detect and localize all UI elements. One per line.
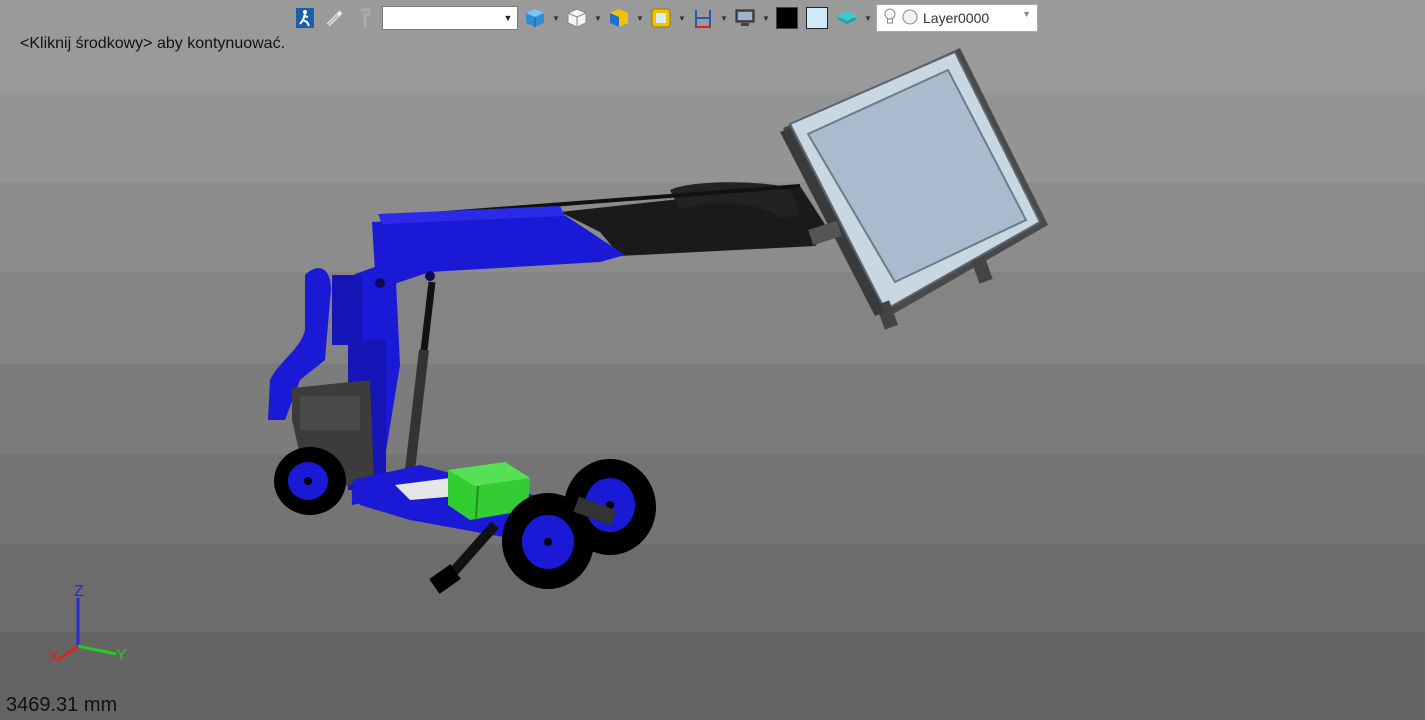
chevron-down-icon[interactable]: ▼ <box>1022 9 1031 19</box>
frame-icon[interactable] <box>648 5 674 31</box>
display-monitor-icon[interactable] <box>732 5 758 31</box>
chevron-down-icon[interactable]: ▼ <box>864 5 872 31</box>
y-axis <box>77 644 117 656</box>
layer-color-icon[interactable] <box>901 8 919 29</box>
view-combo[interactable]: ▼ <box>382 6 518 30</box>
chevron-down-icon[interactable]: ▼ <box>552 5 560 31</box>
chevron-down-icon[interactable]: ▼ <box>762 5 770 31</box>
layer-stack-icon[interactable] <box>834 5 860 31</box>
x-axis <box>57 644 79 662</box>
hydraulic-cylinder[interactable] <box>405 281 436 471</box>
white-cube-icon[interactable] <box>564 5 590 31</box>
pin-icon[interactable] <box>352 5 378 31</box>
y-axis-label: Y <box>116 647 127 664</box>
rear-wheel[interactable] <box>274 447 346 515</box>
axis-triad: Z Y X <box>48 583 127 666</box>
glass-panel[interactable] <box>780 48 1048 330</box>
section-cube-icon[interactable] <box>606 5 632 31</box>
model-viewport[interactable] <box>0 40 1425 720</box>
chevron-down-icon[interactable]: ▼ <box>501 9 515 27</box>
view-cube-icon[interactable] <box>522 5 548 31</box>
chevron-down-icon[interactable]: ▼ <box>594 5 602 31</box>
exit-icon[interactable] <box>292 5 318 31</box>
color-swatch-black[interactable] <box>774 5 800 31</box>
layer-selector[interactable]: Layer0000 ▼ <box>876 4 1038 32</box>
x-axis-label: X <box>48 649 59 666</box>
layer-name: Layer0000 <box>923 10 990 26</box>
chevron-down-icon[interactable]: ▼ <box>720 5 728 31</box>
color-swatch-lightblue[interactable] <box>804 5 830 31</box>
main-boom[interactable] <box>348 206 625 505</box>
chevron-down-icon[interactable]: ▼ <box>636 5 644 31</box>
dimension-icon[interactable] <box>690 5 716 31</box>
probe-icon[interactable] <box>322 5 348 31</box>
top-toolbar: ▼ ▼ ▼ ▼ ▼ ▼ ▼ ▼ Layer0000 ▼ <box>292 2 1038 34</box>
measurement-readout: 3469.31 mm <box>6 694 118 716</box>
z-axis-label: Z <box>74 583 84 600</box>
lightbulb-icon[interactable] <box>883 8 897 29</box>
chevron-down-icon[interactable]: ▼ <box>678 5 686 31</box>
